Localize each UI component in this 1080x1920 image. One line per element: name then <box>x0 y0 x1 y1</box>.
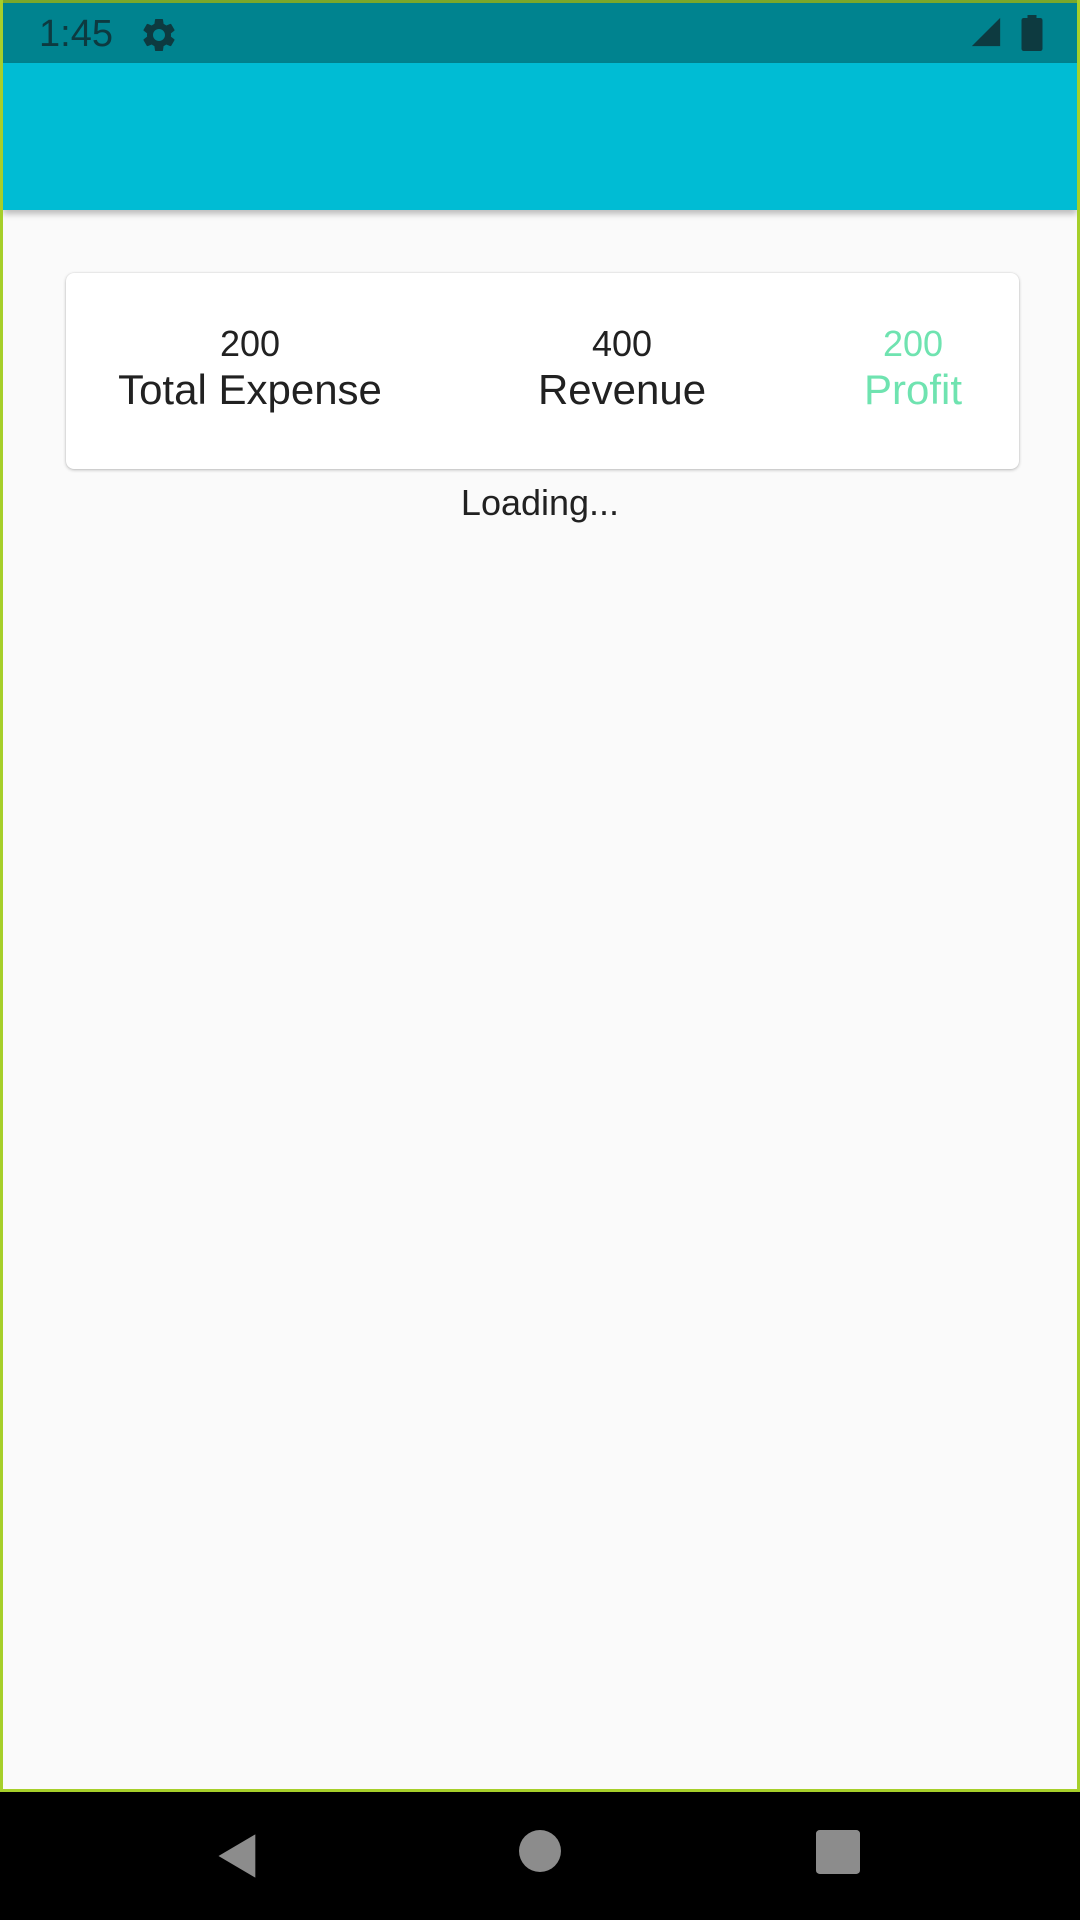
device: 1:45 200 Total Expense 400 Revenue 200 P… <box>0 0 1080 1920</box>
profit-stat: 200 Profit <box>864 323 962 415</box>
back-icon[interactable] <box>212 1830 264 1882</box>
profit-value: 200 <box>882 323 944 364</box>
recents-icon[interactable] <box>816 1830 860 1874</box>
revenue-label: Revenue <box>537 366 707 413</box>
total-expense-stat: 200 Total Expense <box>118 323 382 415</box>
gear-icon <box>143 18 175 51</box>
summary-card: 200 Total Expense 400 Revenue 200 Profit <box>66 273 1019 469</box>
battery-icon <box>1021 15 1043 51</box>
status-time: 1:45 <box>39 13 113 55</box>
status-bar: 1:45 <box>3 0 1077 63</box>
home-icon[interactable] <box>519 1830 561 1872</box>
total-expense-label: Total Expense <box>118 366 382 413</box>
revenue-value: 400 <box>591 323 653 364</box>
app-bar <box>3 63 1077 210</box>
loading-text: Loading... <box>460 482 620 523</box>
revenue-stat: 400 Revenue <box>538 323 706 415</box>
total-expense-value: 200 <box>219 323 281 364</box>
app-screen: 1:45 200 Total Expense 400 Revenue 200 P… <box>0 0 1080 1792</box>
navigation-bar <box>0 1792 1080 1920</box>
signal-icon <box>971 17 1001 47</box>
profit-label: Profit <box>863 366 963 413</box>
